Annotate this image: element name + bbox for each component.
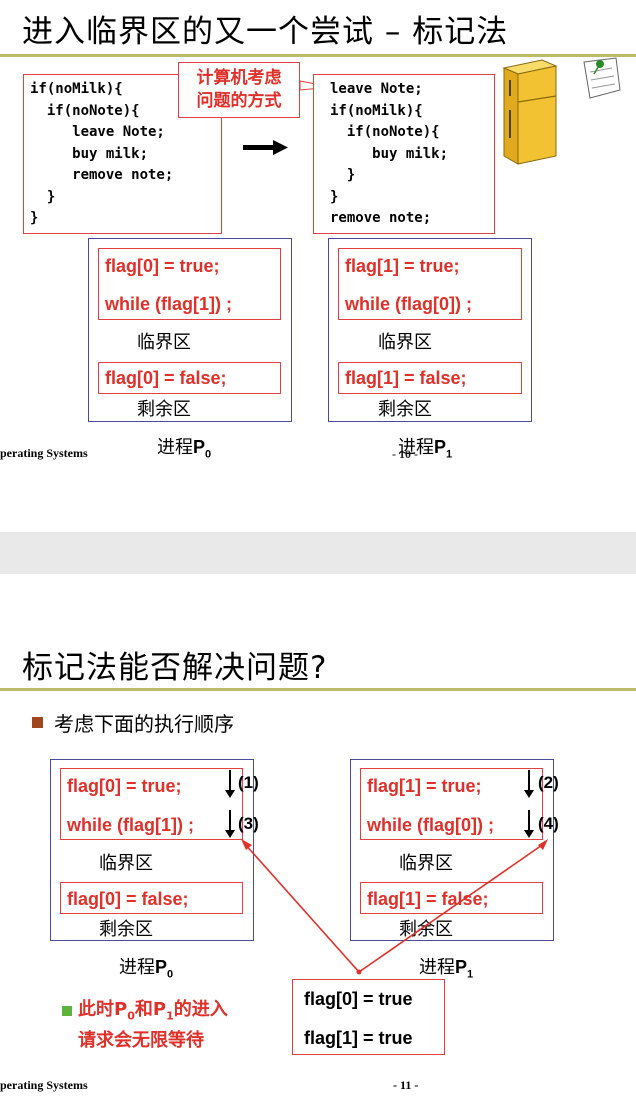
- state-pointer-lines: [241, 839, 548, 975]
- footer-course-name: perating Systems: [0, 1078, 88, 1092]
- green-bullet-icon: [62, 1006, 72, 1016]
- conclusion-line-2: 请求会无限等待: [78, 1030, 204, 1051]
- flag-state-line: flag[0] = true: [304, 989, 413, 1009]
- page-number: - 11 -: [393, 1078, 419, 1092]
- conclusion-line-1: 此时P0和P1的进入: [78, 999, 228, 1023]
- flag-state-line: flag[1] = true: [304, 1028, 413, 1048]
